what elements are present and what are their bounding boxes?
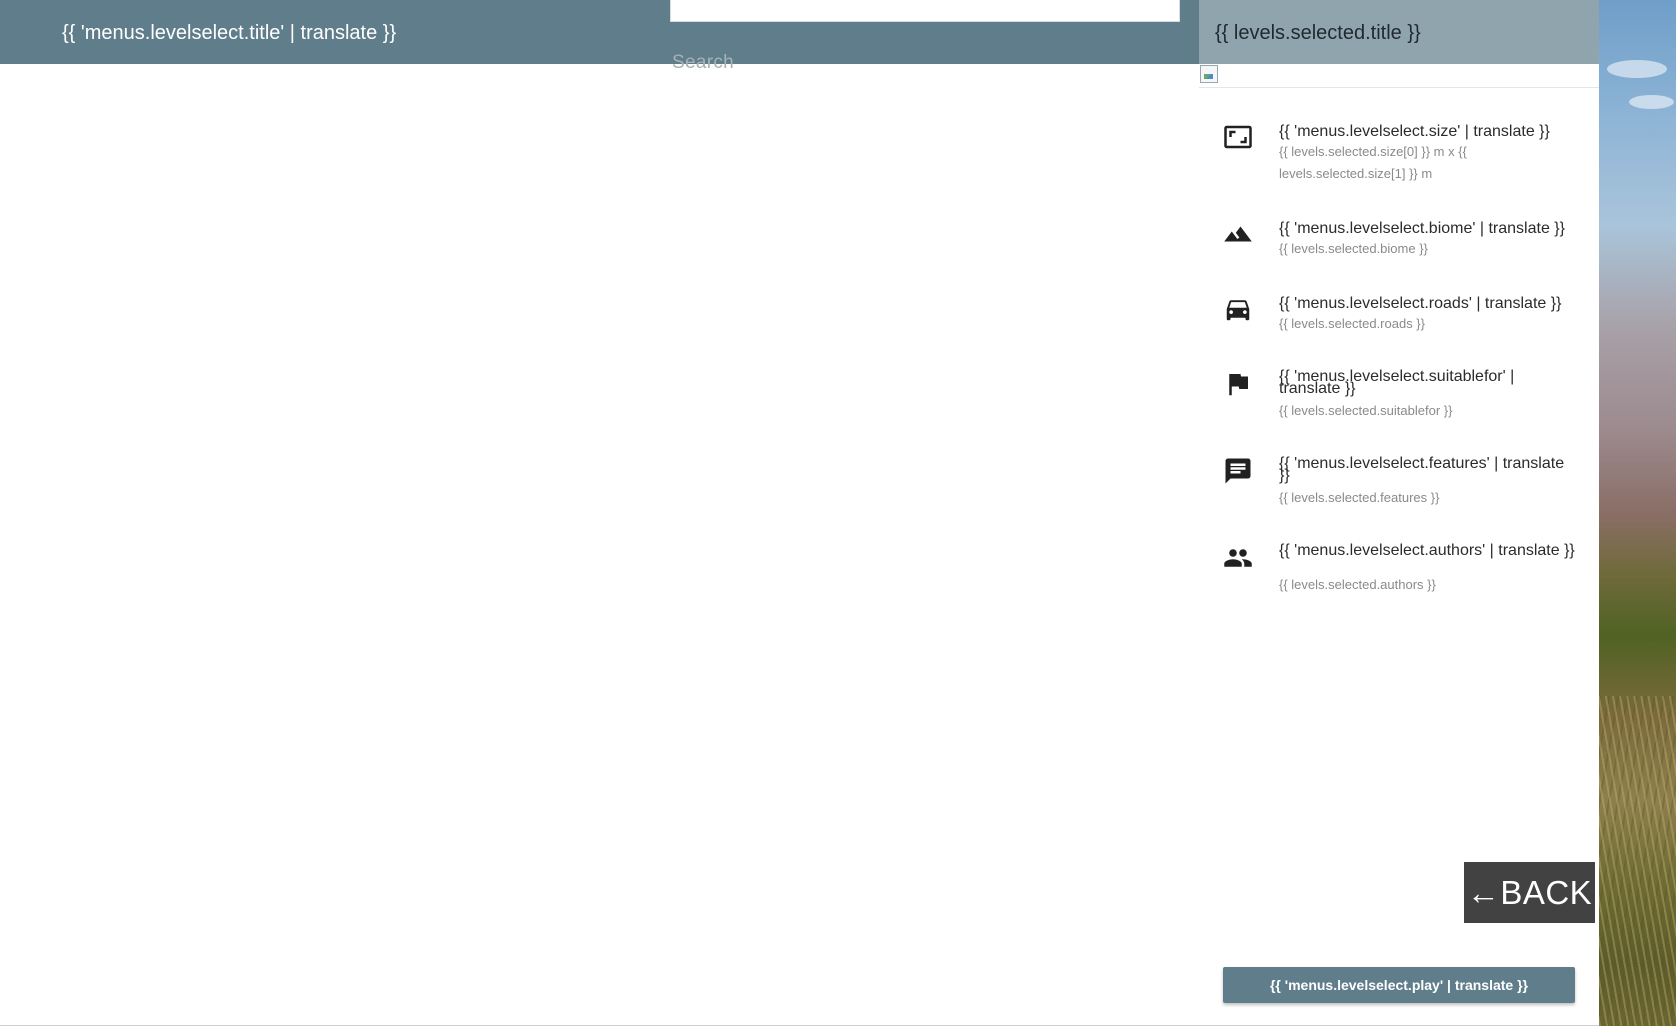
info-label: {{ 'menus.levelselect.roads' | translate… <box>1279 295 1562 312</box>
info-label: {{ 'menus.levelselect.biome' | translate… <box>1279 220 1565 237</box>
details-header: {{ levels.selected.title }} <box>1199 0 1599 64</box>
page-title: {{ 'menus.levelselect.title' | translate… <box>62 22 397 44</box>
info-label: {{ 'menus.levelselect.suitablefor' | tra… <box>1279 368 1515 397</box>
terrain-icon <box>1223 219 1253 249</box>
background-scenery <box>1599 0 1676 1026</box>
info-value: {{ levels.selected.roads }} <box>1279 316 1425 331</box>
level-preview-image <box>1200 65 1218 83</box>
flag-icon <box>1223 369 1253 399</box>
info-value: {{ levels.selected.size[0] }} m x {{ lev… <box>1279 144 1467 181</box>
selected-level-title: {{ levels.selected.title }} <box>1215 22 1421 44</box>
size-icon <box>1223 122 1253 152</box>
info-label: {{ 'menus.levelselect.size' | translate … <box>1279 123 1550 140</box>
info-value: {{ levels.selected.authors }} <box>1279 577 1436 592</box>
info-value: {{ levels.selected.biome }} <box>1279 241 1428 256</box>
people-icon <box>1223 543 1253 573</box>
level-select-screen: {{ 'menus.levelselect.title' | translate… <box>0 0 1676 1026</box>
divider <box>1199 87 1599 88</box>
info-label: {{ 'menus.levelselect.authors' | transla… <box>1279 542 1575 559</box>
info-value: {{ levels.selected.features }} <box>1279 490 1440 505</box>
level-select-panel: {{ 'menus.levelselect.title' | translate… <box>0 0 1599 1026</box>
info-value: {{ levels.selected.suitablefor }} <box>1279 403 1453 418</box>
info-label: {{ 'menus.levelselect.features' | transl… <box>1279 455 1565 484</box>
search-input[interactable] <box>670 0 1180 22</box>
back-button[interactable]: ←BACK <box>1464 862 1595 923</box>
play-button[interactable]: {{ 'menus.levelselect.play' | translate … <box>1223 967 1575 1003</box>
search-label: Search <box>672 52 735 73</box>
chat-icon <box>1223 456 1253 486</box>
car-icon <box>1223 294 1253 324</box>
